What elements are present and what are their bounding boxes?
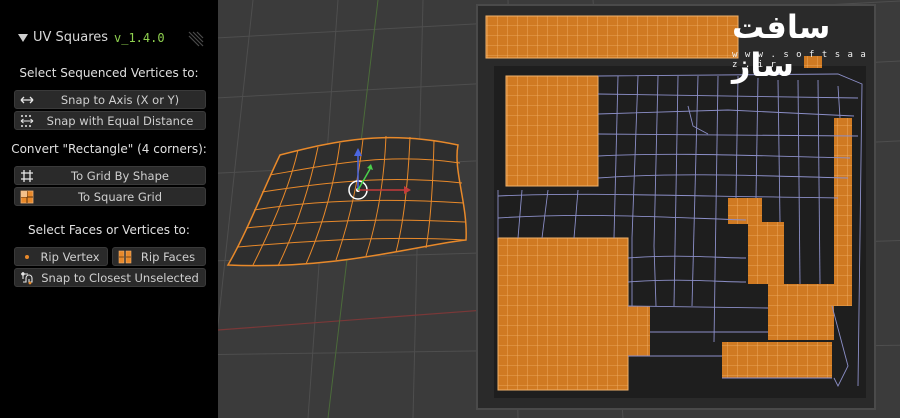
uv-island-top [485,15,739,59]
rip-faces-button[interactable]: Rip Faces [112,247,206,266]
panel-title: UV Squares [33,30,109,45]
uv-squares-panel: UV Squares v_1.4.0 Select Sequenced Vert… [0,0,218,418]
watermark-url: w w w . s o f t s a a z . i r [732,50,867,70]
horizontal-arrows-icon [20,96,34,104]
snap-to-axis-label: Snap to Axis (X or Y) [60,93,180,107]
dotted-arrows-icon [20,115,34,127]
rip-faces-label: Rip Faces [140,250,196,264]
snap-closest-unselected-label: Snap to Closest Unselected [41,271,199,285]
snap-vertex-icon [21,272,33,285]
square-grid-icon [20,190,34,204]
rip-vertex-label: Rip Vertex [40,250,100,264]
watermark-logo-text: سافت ساز [732,8,831,84]
collapse-triangle-icon[interactable] [18,34,28,42]
snap-equal-distance-button[interactable]: Snap with Equal Distance [14,111,206,130]
uv-island-bottom-left [497,237,629,391]
snap-closest-unselected-button[interactable]: Snap to Closest Unselected [14,268,206,287]
rip-faces-icon [118,250,132,264]
uv-island-top-left [505,75,599,187]
to-square-grid-label: To Square Grid [77,190,163,204]
grid-icon [21,170,33,182]
vertex-dot-icon [25,255,29,259]
to-square-grid-button[interactable]: To Square Grid [14,187,206,206]
snap-equal-distance-label: Snap with Equal Distance [46,114,194,128]
rip-vertex-button[interactable]: Rip Vertex [14,247,108,266]
snap-to-axis-button[interactable]: Snap to Axis (X or Y) [14,90,206,109]
section-faces-vertices: Select Faces or Vertices to: [28,223,190,237]
to-grid-by-shape-button[interactable]: To Grid By Shape [14,166,206,185]
version-label: v_1.4.0 [114,31,165,45]
section-sequenced-vertices: Select Sequenced Vertices to: [19,66,199,80]
section-convert-rectangle: Convert "Rectangle" (4 corners): [11,142,207,156]
to-grid-by-shape-label: To Grid By Shape [71,169,169,183]
drag-grip-icon[interactable] [185,28,207,50]
softsaaz-watermark-logo: سافت ساز w w w . s o f t s a a z . i r [732,8,892,84]
panel-header[interactable]: UV Squares v_1.4.0 [18,30,208,52]
